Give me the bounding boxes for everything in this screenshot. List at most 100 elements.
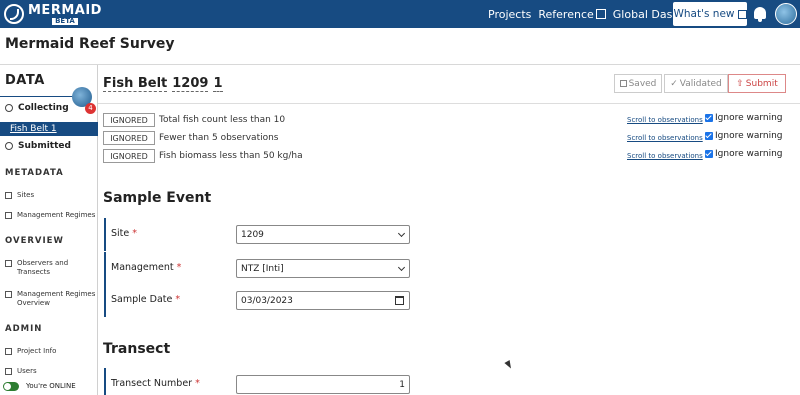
overview-heading: OVERVIEW <box>5 236 64 246</box>
submit-button[interactable]: ⇧ Submit <box>728 74 786 93</box>
site-label: Site * <box>111 228 137 239</box>
management-select[interactable]: NTZ [Inti] <box>236 259 410 278</box>
saved-status: Saved <box>614 74 662 93</box>
notification-bell-icon[interactable] <box>754 7 766 22</box>
logo-name: MERMAID <box>28 2 102 18</box>
nav-reference-label: Reference <box>538 7 594 21</box>
validated-label: Validated <box>679 78 722 89</box>
warning-message: Fewer than 5 observations <box>159 133 279 143</box>
mouse-cursor-icon <box>504 360 514 370</box>
sample-event-heading: Sample Event <box>103 190 212 206</box>
sidebar-item-submitted[interactable]: Submitted <box>5 141 71 151</box>
ignore-warning-label: Ignore warning <box>715 113 783 123</box>
project-header: Mermaid Reef Survey <box>0 28 800 65</box>
ignore-warning-checkbox[interactable]: Ignore warning <box>705 131 783 141</box>
info-icon <box>5 348 12 355</box>
ignore-warning-checkbox[interactable]: Ignore warning <box>705 113 783 123</box>
sidebar-item-management-regimes-overview[interactable]: Management Regimes Overview <box>5 290 97 308</box>
required-marker: * <box>195 378 200 389</box>
transect-number-label: Transect Number * <box>111 378 200 389</box>
sidebar-item-label: Project Info <box>17 347 57 355</box>
management-label: Management * <box>111 262 181 273</box>
management-icon <box>5 212 12 219</box>
main-content: Fish Belt 1209 1 Saved ✓ Validated ⇧ Submit … <box>98 65 800 395</box>
required-marker: * <box>176 262 182 273</box>
overview-icon <box>5 260 12 267</box>
management-value: NTZ [Inti] <box>241 263 284 274</box>
divider <box>98 103 800 104</box>
warning-message: Fish biomass less than 50 kg/ha <box>159 151 303 161</box>
sidebar-item-label: Management Regimes <box>17 211 96 219</box>
checkbox <box>705 114 713 122</box>
nav-reference[interactable]: Reference <box>538 7 606 21</box>
whats-new-button[interactable]: What's new <box>673 2 747 26</box>
ignored-tag[interactable]: IGNORED <box>103 131 155 145</box>
record-site: 1209 <box>172 76 209 92</box>
check-icon: ✓ <box>670 78 678 89</box>
transect-number-input[interactable]: 1 <box>236 375 410 394</box>
sidebar-item-label: Management Regimes Overview <box>17 290 96 307</box>
logo-icon <box>4 4 24 24</box>
sidebar-item-label: Users <box>17 367 37 375</box>
collecting-count-badge: 4 <box>85 103 96 114</box>
admin-heading: ADMIN <box>5 324 43 334</box>
required-marker: * <box>175 294 181 305</box>
chevron-down-icon <box>397 229 406 238</box>
ignored-tag[interactable]: IGNORED <box>103 113 155 127</box>
metadata-heading: METADATA <box>5 168 64 178</box>
sidebar-item-collecting[interactable]: Collecting <box>5 103 69 113</box>
beta-badge: BETA <box>52 17 78 25</box>
external-link-icon <box>737 9 747 19</box>
online-status: You're ONLINE <box>26 382 76 390</box>
record-protocol: Fish Belt <box>103 76 168 92</box>
site-label-text: Site <box>111 228 130 239</box>
transect-number-label-text: Transect Number <box>111 378 193 389</box>
checkbox <box>705 150 713 158</box>
chevron-down-icon <box>397 263 406 272</box>
sidebar-item-management-regimes[interactable]: Management Regimes <box>5 211 95 220</box>
record-number: 1 <box>213 76 223 92</box>
transect-number-field: Transect Number * 1 <box>104 368 420 395</box>
divider <box>0 96 80 97</box>
sample-date-label: Sample Date * <box>111 294 180 305</box>
data-heading: DATA <box>5 73 45 88</box>
checkbox <box>705 132 713 140</box>
warning-row: IGNORED Fish biomass less than 50 kg/ha <box>103 149 303 163</box>
scroll-to-observations-link[interactable]: Scroll to observations <box>627 152 703 160</box>
whats-new-label: What's new <box>673 8 735 20</box>
sidebar-item-observers-transects[interactable]: Observers and Transects <box>5 259 75 277</box>
site-select[interactable]: 1209 <box>236 225 410 244</box>
sample-date-value: 03/03/2023 <box>241 295 293 306</box>
online-toggle[interactable] <box>3 382 19 391</box>
warning-row: IGNORED Total fish count less than 10 <box>103 113 285 127</box>
sidebar: DATA 4 Collecting Fish Belt 1 Submitted … <box>0 65 98 395</box>
site-field: Site * 1209 <box>104 218 420 251</box>
sidebar-item-fish-belt[interactable]: Fish Belt 1 <box>0 122 98 136</box>
user-avatar[interactable] <box>775 3 797 25</box>
scroll-to-observations-link[interactable]: Scroll to observations <box>627 134 703 142</box>
calendar-icon <box>395 296 404 305</box>
sample-date-field: Sample Date * 03/03/2023 <box>104 284 420 317</box>
ignore-warning-checkbox[interactable]: Ignore warning <box>705 149 783 159</box>
nav-projects[interactable]: Projects <box>488 8 531 21</box>
project-title: Mermaid Reef Survey <box>5 36 175 52</box>
mermaid-logo[interactable]: MERMAID BETA <box>4 3 102 25</box>
transect-number-value: 1 <box>399 379 405 390</box>
required-marker: * <box>132 228 138 239</box>
ignored-tag[interactable]: IGNORED <box>103 149 155 163</box>
users-icon <box>5 368 12 375</box>
ignore-warning-label: Ignore warning <box>715 149 783 159</box>
warning-message: Total fish count less than 10 <box>159 115 286 125</box>
sidebar-item-sites[interactable]: Sites <box>5 191 34 200</box>
top-nav: MERMAID BETA Projects Reference Global D… <box>0 0 800 28</box>
upload-icon: ⇧ <box>736 78 744 89</box>
record-title: Fish Belt 1209 1 <box>103 76 228 92</box>
scroll-to-observations-link[interactable]: Scroll to observations <box>627 116 703 124</box>
validated-status: ✓ Validated <box>664 74 728 93</box>
sidebar-item-project-info[interactable]: Project Info <box>5 347 56 356</box>
sidebar-item-users[interactable]: Users <box>5 367 37 376</box>
sidebar-item-label: Sites <box>17 191 35 199</box>
sample-date-input[interactable]: 03/03/2023 <box>236 291 410 310</box>
sidebar-item-label: Collecting <box>18 103 69 113</box>
sample-date-label-text: Sample Date <box>111 294 173 305</box>
